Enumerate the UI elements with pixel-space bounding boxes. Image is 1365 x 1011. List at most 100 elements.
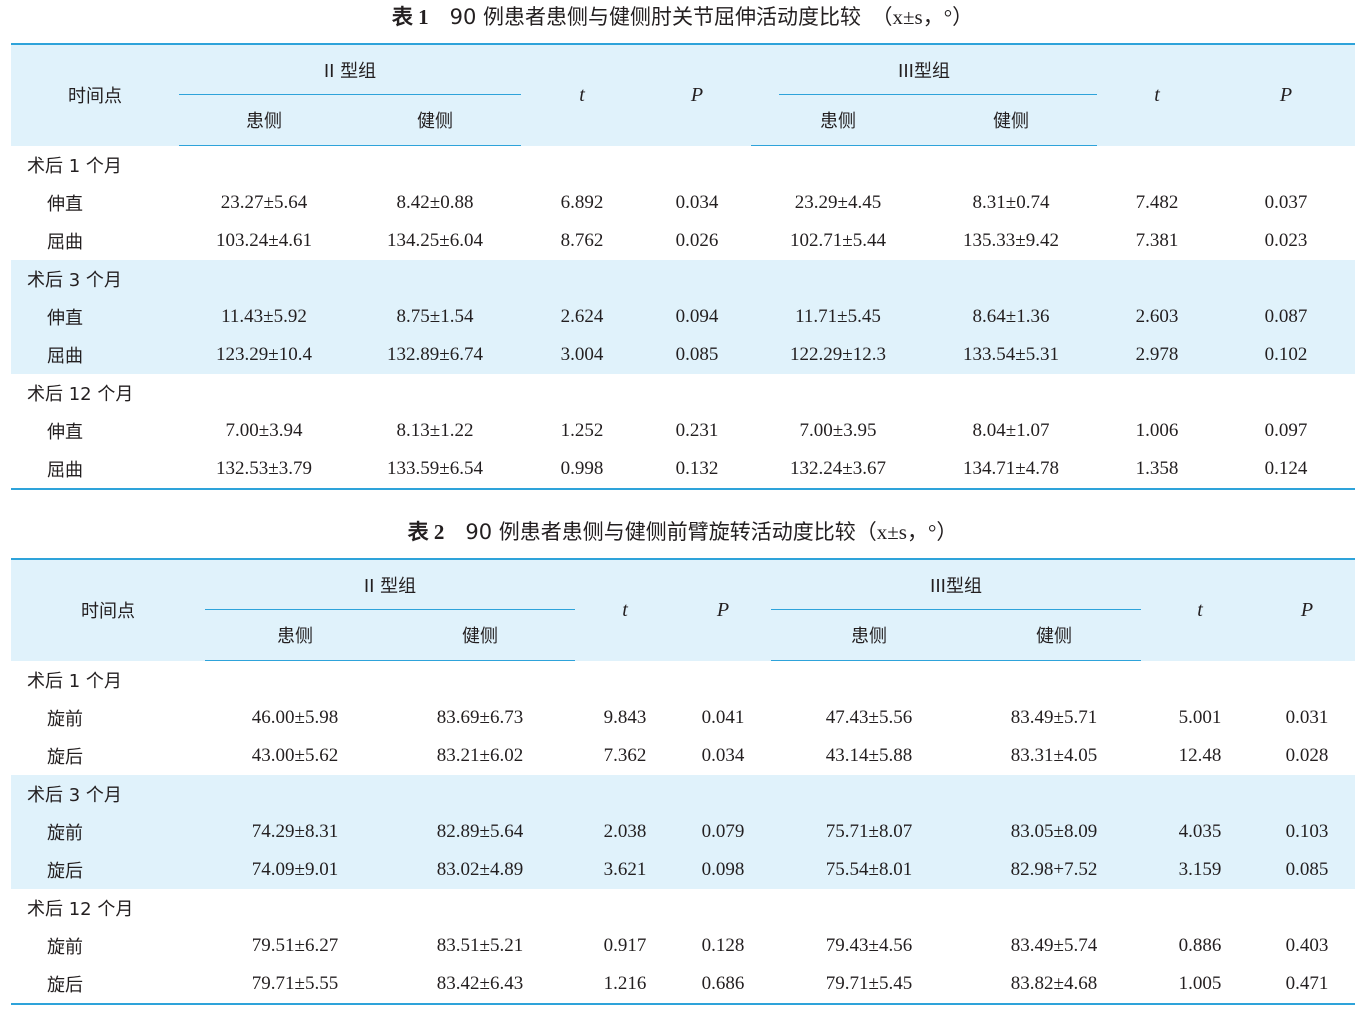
header-group3: III型组 (771, 558, 1141, 610)
table-cell: 132.53±3.79 (179, 450, 349, 490)
table-cell: 83.49±5.74 (1010, 935, 1098, 956)
table-cell: 1.006 (1135, 420, 1179, 441)
table-cell: 123.29±10.4 (179, 336, 349, 374)
table-row: 伸直 23.27±5.64 8.42±0.88 6.892 0.034 23.29±4.4… (11, 184, 1355, 222)
section-label: 术后 3 个月 (11, 260, 1355, 298)
table-cell: 1.216 (575, 965, 675, 1005)
table-cell: 0.023 (1264, 230, 1308, 251)
header-p: P (643, 43, 751, 146)
table-cell: 133.59±6.54 (349, 450, 521, 490)
section-label: 术后 1 个月 (27, 671, 122, 692)
table-cell: 0.085 (643, 336, 751, 374)
table-cell: 0.037 (1264, 192, 1308, 213)
table-cell: 8.42±0.88 (396, 192, 474, 213)
table-row: 旋前 79.51±6.27 83.51±5.21 0.917 0.128 79.43±4.… (11, 927, 1355, 965)
section-row: 术后 12 个月 (11, 889, 1355, 927)
table-cell: 2.978 (1097, 336, 1217, 374)
table-cell: 83.31±4.05 (1010, 745, 1098, 766)
header-affected: 患侧 (179, 95, 349, 146)
table-cell: 83.49±5.71 (1010, 707, 1098, 728)
table-cell: 132.89±6.74 (349, 336, 521, 374)
table-row: 伸直 7.00±3.94 8.13±1.22 1.252 0.231 7.00±3.95 8… (11, 412, 1355, 450)
row-label: 屈曲 (47, 232, 83, 253)
row-label: 旋前 (47, 709, 83, 730)
table-cell: 6.892 (560, 192, 604, 213)
table-cell: 83.21±6.02 (436, 745, 524, 766)
table-cell: 0.031 (1285, 707, 1329, 728)
group3-rule (779, 94, 1097, 95)
table-cell: 74.29±8.31 (205, 813, 385, 851)
row-label: 屈曲 (11, 336, 179, 374)
header-affected-2: 患侧 (751, 95, 925, 146)
table-cell: 0.917 (603, 935, 647, 956)
table-cell: 0.028 (1285, 745, 1329, 766)
group3-rule (771, 609, 1141, 610)
table-cell: 12.48 (1178, 745, 1222, 766)
header-t-2: t (1097, 43, 1217, 146)
table-cell: 3.159 (1141, 851, 1259, 889)
table-cell: 0.087 (1217, 298, 1355, 336)
table-cell: 23.29±4.45 (794, 192, 882, 213)
section-row: 术后 1 个月 (11, 661, 1355, 700)
row-label: 旋前 (47, 937, 83, 958)
table1-caption: 表 1 90 例患者患侧与健侧肘关节屈伸活动度比较 （x±s，°） (0, 5, 1365, 29)
header-group2-label: II 型组 (323, 61, 377, 82)
section-label: 术后 12 个月 (27, 899, 134, 920)
row-label: 旋后 (11, 965, 205, 1005)
table-cell: 0.132 (643, 450, 751, 490)
table-cell: 7.00±3.94 (225, 420, 303, 441)
table-cell: 43.14±5.88 (825, 745, 913, 766)
table-cell: 0.471 (1259, 965, 1355, 1005)
header-p: P (675, 558, 771, 661)
table-cell: 1.005 (1141, 965, 1259, 1005)
row-label: 旋前 (11, 813, 205, 851)
table-cell: 0.097 (1264, 420, 1308, 441)
table-cell: 134.25±6.04 (387, 230, 483, 251)
table-row: 旋后 43.00±5.62 83.21±6.02 7.362 0.034 43.14±5.… (11, 737, 1355, 775)
table-cell: 83.05±8.09 (967, 813, 1141, 851)
table-cell: 132.24±3.67 (751, 450, 925, 490)
table-cell: 1.252 (560, 420, 604, 441)
header-healthy-2: 健侧 (967, 610, 1141, 661)
table-cell: 8.31±0.74 (972, 192, 1050, 213)
group2-rule (179, 94, 521, 95)
table-cell: 0.124 (1217, 450, 1355, 490)
table2-caption-number: 表 2 (407, 520, 445, 544)
table-cell: 7.381 (1135, 230, 1179, 251)
table-row: 屈曲 132.53±3.79 133.59±6.54 0.998 0.132 132.24… (11, 450, 1355, 490)
section-row: 术后 1 个月 (11, 146, 1355, 185)
table-cell: 1.358 (1097, 450, 1217, 490)
table2-caption-unit: （x±s，°） (855, 520, 958, 544)
section-row: 术后 3 个月 (11, 260, 1355, 298)
table-cell: 79.51±6.27 (251, 935, 339, 956)
table-cell: 74.09±9.01 (205, 851, 385, 889)
table-cell: 134.71±4.78 (925, 450, 1097, 490)
table1-caption-unit: （x±s，°） (871, 5, 974, 29)
header-healthy-2: 健侧 (925, 95, 1097, 146)
table-cell: 0.998 (521, 450, 643, 490)
section-row: 术后 12 个月 (11, 374, 1355, 412)
row-label: 旋后 (47, 747, 83, 768)
row-label: 伸直 (47, 422, 83, 443)
table2-caption: 表 2 90 例患者患侧与健侧前臂旋转活动度比较（x±s，°） (0, 520, 1365, 544)
table-cell: 79.43±4.56 (825, 935, 913, 956)
section-label: 术后 1 个月 (27, 156, 122, 177)
table-cell: 0.026 (675, 230, 719, 251)
table-cell: 46.00±5.98 (251, 707, 339, 728)
table-cell: 0.231 (675, 420, 719, 441)
table-cell: 11.71±5.45 (751, 298, 925, 336)
header-t-2: t (1141, 558, 1259, 661)
header-group3-label: III型组 (898, 61, 950, 82)
table-cell: 7.362 (603, 745, 647, 766)
table-cell: 102.71±5.44 (790, 230, 886, 251)
table2-caption-title: 90 例患者患侧与健侧前臂旋转活动度比较 (465, 520, 856, 544)
table-row: 伸直 11.43±5.92 8.75±1.54 2.624 0.094 11.71±5.4… (11, 298, 1355, 336)
table-cell: 0.102 (1217, 336, 1355, 374)
table-cell: 9.843 (603, 707, 647, 728)
table-cell: 8.64±1.36 (925, 298, 1097, 336)
section-label: 术后 12 个月 (27, 384, 134, 405)
table-cell: 0.034 (675, 192, 719, 213)
table-cell: 75.71±8.07 (771, 813, 967, 851)
table-row: 旋前 46.00±5.98 83.69±6.73 9.843 0.041 47.43±5.… (11, 699, 1355, 737)
table-cell: 0.098 (675, 851, 771, 889)
